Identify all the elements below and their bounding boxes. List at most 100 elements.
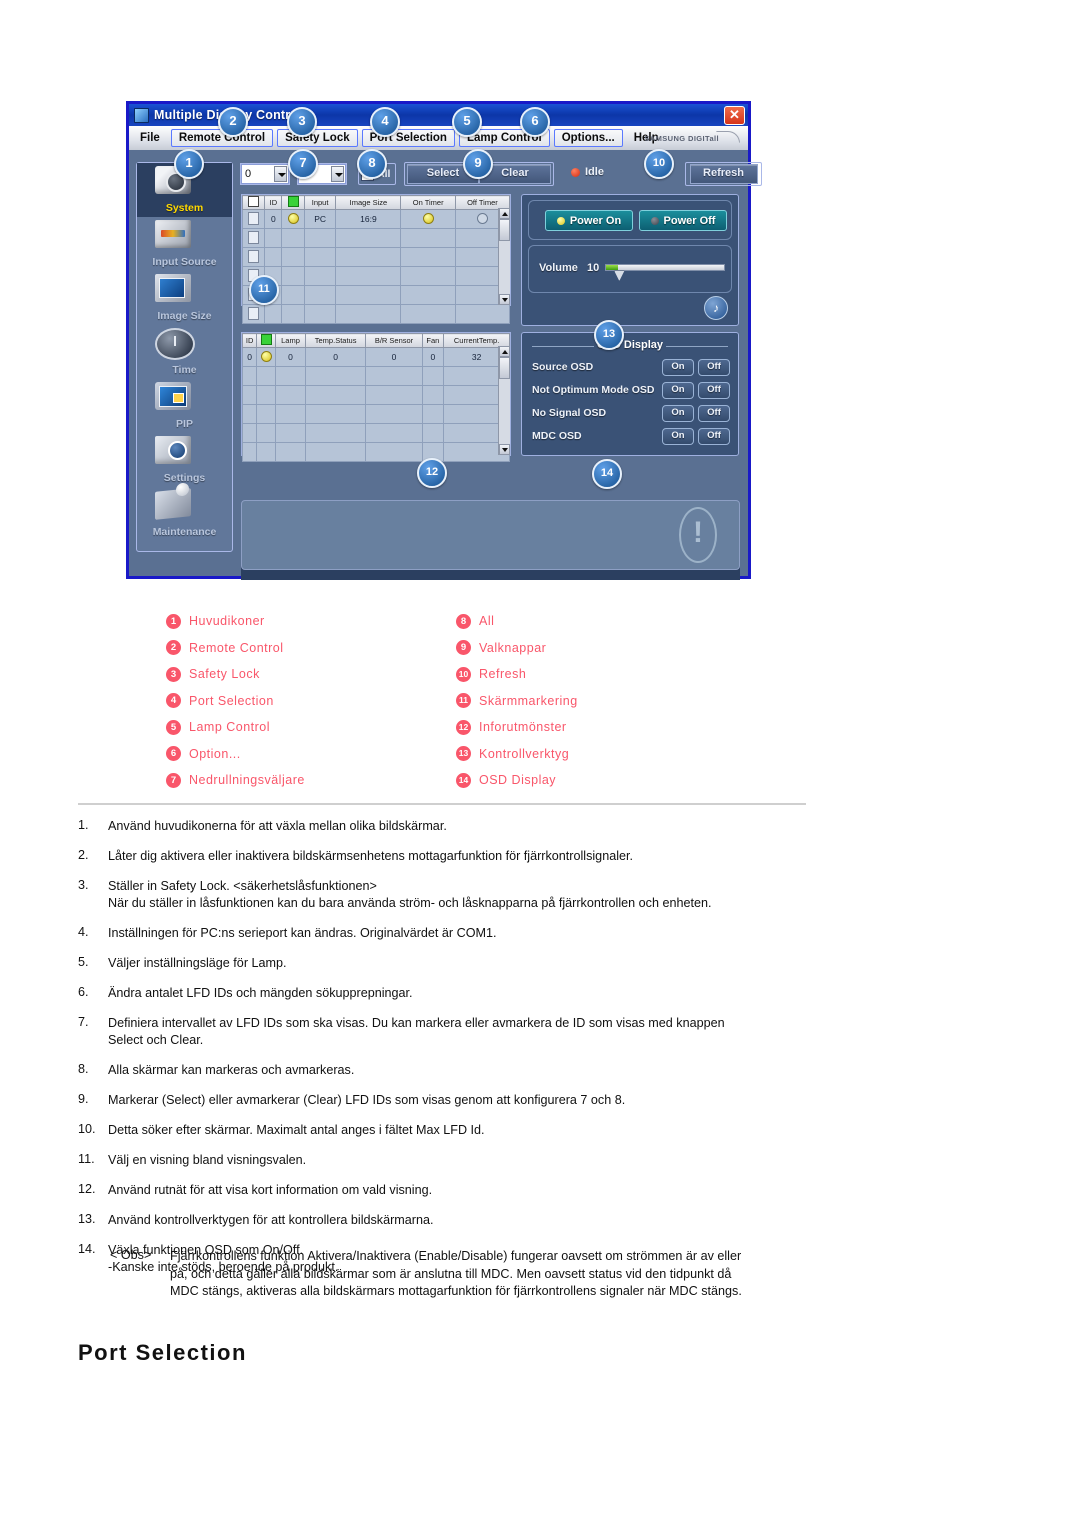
- table-cell: [335, 228, 402, 248]
- select-all-checkbox-icon[interactable]: [248, 196, 260, 207]
- samsung-logo: SAMSUNG DIGITall: [644, 131, 740, 143]
- sidebar-item-time[interactable]: Time: [137, 325, 232, 379]
- power-header-icon: [260, 334, 272, 345]
- callout-badge-3: 3: [287, 107, 317, 137]
- row-checkbox-cell[interactable]: [241, 304, 266, 324]
- osd-off-button[interactable]: Off: [698, 382, 730, 399]
- close-icon[interactable]: ✕: [724, 106, 745, 125]
- lamp-info-table[interactable]: ID Lamp Temp.Status B/R Sensor Fan CurrentTem…: [241, 332, 511, 462]
- legend-number: 6: [166, 746, 181, 762]
- table-row[interactable]: [241, 366, 510, 386]
- pip-icon: [155, 382, 191, 410]
- table-cell: [304, 442, 367, 462]
- legend-item: 3 Safety Lock: [166, 661, 305, 688]
- sidebar-item-image-size[interactable]: Image Size: [137, 271, 232, 325]
- scroll-up-icon[interactable]: [499, 346, 510, 357]
- table-cell: [256, 366, 277, 386]
- table-row[interactable]: [241, 304, 511, 324]
- instruction-number: 5.: [78, 955, 89, 969]
- sidebar-item-maintenance[interactable]: Maintenance: [137, 487, 232, 541]
- checkbox-icon[interactable]: [248, 230, 260, 244]
- table-row[interactable]: [241, 404, 510, 424]
- display-list-table[interactable]: ID Input Image Size On Timer Off Timer 0 PC 16:…: [241, 194, 511, 324]
- checkbox-icon[interactable]: [248, 249, 260, 263]
- volume-slider-knob[interactable]: [613, 270, 625, 281]
- mdc-application-window: Multiple Display Control ✕ SAMSUNG DIGIT…: [126, 101, 762, 580]
- instruction-item: 3. Ställer in Safety Lock. <säkerhetslåsf…: [78, 878, 1028, 912]
- instruction-item: 4. Inställningen för PC:ns serieport kan …: [78, 925, 1028, 942]
- callout-badge-5: 5: [452, 107, 482, 137]
- sidebar-item-settings[interactable]: Settings: [137, 433, 232, 487]
- lfd-id-from-dropdown[interactable]: 0: [241, 164, 289, 184]
- note-line: på, och detta gäller alla bildskärmar so…: [170, 1266, 732, 1281]
- legend-label: Option...: [189, 746, 241, 761]
- table-row[interactable]: 0 0 0 0 0 32: [241, 347, 510, 367]
- osd-on-button[interactable]: On: [662, 428, 694, 445]
- table-row[interactable]: [241, 442, 510, 462]
- table-cell: [400, 247, 456, 267]
- instruction-text: Inställningen för PC:ns serieport kan än…: [108, 925, 497, 942]
- table-cell: [335, 266, 402, 286]
- osd-on-button[interactable]: On: [662, 382, 694, 399]
- checkbox-icon[interactable]: [248, 211, 260, 225]
- table-cell: [365, 442, 423, 462]
- legend-item: 11 Skärmmarkering: [456, 688, 578, 715]
- power-off-button[interactable]: Power Off: [639, 210, 727, 231]
- menu-item-options[interactable]: Options...: [553, 129, 623, 147]
- table-row[interactable]: [241, 423, 510, 443]
- instruction-number: 1.: [78, 818, 89, 832]
- note-line: MDC stängs, aktiveras alla bildskärmars …: [170, 1284, 742, 1298]
- sidebar-item-pip[interactable]: PIP: [137, 379, 232, 433]
- scroll-down-icon[interactable]: [499, 294, 510, 305]
- display-table-scrollbar[interactable]: [498, 208, 510, 305]
- table-cell: [421, 404, 445, 424]
- instruction-number: 12.: [78, 1182, 96, 1196]
- menu-item-file[interactable]: File: [133, 130, 167, 146]
- table-row[interactable]: [241, 266, 511, 286]
- app-icon: [134, 107, 149, 123]
- table-header-cell: [281, 195, 305, 210]
- sidebar-item-input-source[interactable]: Input Source: [137, 217, 232, 271]
- table-row[interactable]: 0 PC 16:9: [241, 209, 511, 229]
- osd-on-button[interactable]: On: [662, 359, 694, 376]
- instruction-text: Ändra antalet LFD IDs och mängden sökupp…: [108, 985, 413, 1002]
- checkbox-icon[interactable]: [248, 306, 260, 320]
- row-checkbox-cell[interactable]: [241, 228, 266, 248]
- callout-badge-7: 7: [288, 149, 318, 179]
- table-cell: [275, 385, 306, 405]
- volume-slider[interactable]: [605, 264, 725, 281]
- table-cell: [303, 304, 337, 324]
- instruction-number: 8.: [78, 1062, 89, 1076]
- cell-br-sensor: 0: [365, 347, 423, 367]
- scroll-down-icon[interactable]: [499, 444, 510, 455]
- table-row[interactable]: [241, 228, 511, 248]
- lamp-table-scrollbar[interactable]: [498, 346, 510, 455]
- table-cell: [281, 228, 305, 248]
- menu-item-safety-lock[interactable]: Safety Lock: [277, 129, 358, 147]
- chevron-down-icon[interactable]: [331, 166, 344, 182]
- chevron-down-icon[interactable]: [274, 166, 287, 182]
- cell-power: [281, 209, 305, 229]
- power-on-button[interactable]: Power On: [545, 210, 633, 231]
- scroll-up-icon[interactable]: [499, 208, 510, 219]
- osd-off-button[interactable]: Off: [698, 428, 730, 445]
- osd-off-button[interactable]: Off: [698, 405, 730, 422]
- osd-off-button[interactable]: Off: [698, 359, 730, 376]
- table-header-cell: [241, 195, 266, 210]
- table-cell: [400, 228, 456, 248]
- table-cell: [421, 385, 445, 405]
- osd-on-button[interactable]: On: [662, 405, 694, 422]
- instruction-item: 10. Detta söker efter skärmar. Maximalt a…: [78, 1122, 1028, 1139]
- scrollbar-thumb[interactable]: [499, 357, 510, 379]
- table-row[interactable]: [241, 385, 510, 405]
- row-checkbox-cell[interactable]: [241, 209, 266, 229]
- table-row[interactable]: [241, 247, 511, 267]
- legend-number: 5: [166, 719, 181, 735]
- status-area: !: [241, 500, 740, 570]
- scrollbar-thumb[interactable]: [499, 219, 510, 241]
- osd-row-label: Source OSD: [532, 361, 594, 373]
- table-row[interactable]: [241, 285, 511, 305]
- row-checkbox-cell[interactable]: [241, 247, 266, 267]
- speaker-icon[interactable]: ♪: [704, 296, 728, 320]
- refresh-button[interactable]: Refresh: [689, 164, 758, 184]
